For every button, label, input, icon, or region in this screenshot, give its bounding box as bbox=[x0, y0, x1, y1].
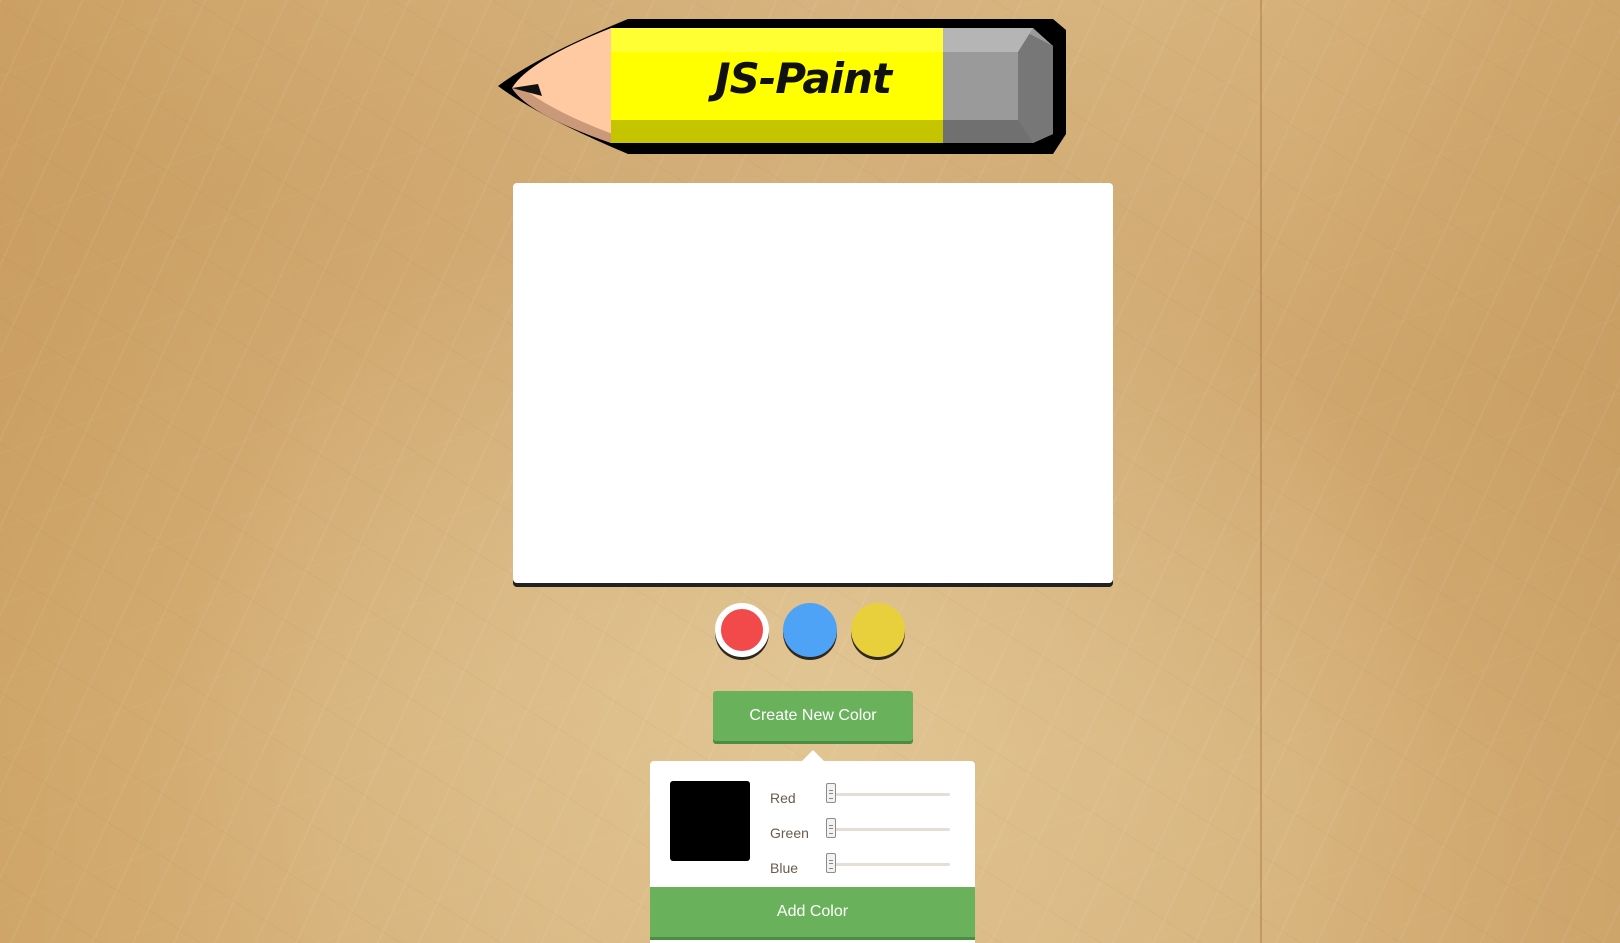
slider-blue-track[interactable] bbox=[826, 863, 950, 866]
slider-blue-thumb[interactable] bbox=[826, 853, 836, 873]
swatch-yellow[interactable] bbox=[851, 603, 905, 657]
slider-green: Green bbox=[770, 816, 960, 846]
swatch-blue[interactable] bbox=[783, 603, 837, 657]
logo-text: JS-Paint bbox=[714, 54, 892, 103]
create-new-color-button[interactable]: Create New Color bbox=[713, 691, 913, 741]
slider-red-thumb[interactable] bbox=[826, 783, 836, 803]
color-swatches bbox=[715, 603, 905, 661]
slider-red-label: Red bbox=[770, 790, 796, 806]
slider-red: Red bbox=[770, 781, 960, 811]
drawing-canvas[interactable] bbox=[513, 183, 1113, 583]
page-divider bbox=[1260, 0, 1262, 943]
slider-green-track[interactable] bbox=[826, 828, 950, 831]
color-preview bbox=[670, 781, 750, 861]
swatch-red[interactable] bbox=[715, 603, 769, 657]
color-picker-panel: Red Green Blue Add Color bbox=[650, 761, 975, 943]
slider-green-thumb[interactable] bbox=[826, 818, 836, 838]
slider-red-track[interactable] bbox=[826, 793, 950, 796]
pencil-logo: JS-Paint bbox=[498, 16, 1103, 161]
add-color-button[interactable]: Add Color bbox=[650, 887, 975, 937]
slider-green-label: Green bbox=[770, 825, 809, 841]
slider-blue-label: Blue bbox=[770, 860, 799, 876]
slider-blue: Blue bbox=[770, 851, 960, 881]
